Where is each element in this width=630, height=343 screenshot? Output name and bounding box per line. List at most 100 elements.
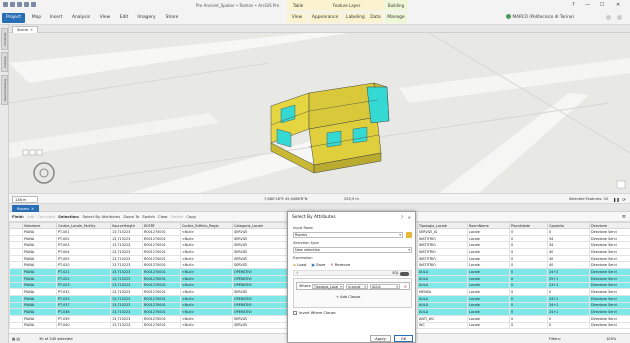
table-cell[interactable]: Direzione Servi — [589, 254, 630, 263]
table-cell[interactable]: 0 — [509, 241, 548, 250]
table-cell[interactable]: Locale — [467, 321, 510, 330]
table-cell[interactable]: Locale — [467, 308, 510, 316]
table-cell[interactable]: SERVIZI — [232, 314, 290, 323]
table-row[interactable]: INSTITRIO Locale 0 34 Direzione Servi — [417, 234, 630, 243]
add-clause-button[interactable]: + Add Clause — [336, 295, 360, 299]
table-cell[interactable]: 0 — [509, 321, 548, 330]
table-cell[interactable]: 13,715223 — [110, 281, 143, 290]
table-row[interactable]: AULA Locale 0 25+1 Direzione Servi — [417, 274, 630, 283]
scene-map-view[interactable] — [9, 33, 630, 193]
row-selector[interactable] — [9, 234, 23, 243]
tab-edit[interactable]: Edit — [116, 13, 132, 23]
table-cell[interactable]: SERVIZI — [232, 288, 290, 296]
row-selector[interactable] — [9, 281, 23, 290]
table-cell[interactable]: 23+1 — [547, 281, 590, 290]
table-cell[interactable]: 13,715223 — [110, 308, 143, 316]
table-cell[interactable]: 0 — [509, 234, 548, 243]
table-row[interactable]: PIANA PT-039 13,715223 R001270001 <Null> SERV… — [9, 314, 290, 323]
folder-icon[interactable] — [406, 232, 412, 238]
table-cell[interactable]: 13,715223 — [110, 254, 143, 263]
table-row[interactable]: PIANA PT-038 13,715223 R001270001 <Null> OPER… — [9, 308, 290, 316]
table-row[interactable]: PIANA PT-037 13,715223 R001270001 <Null> OPER… — [9, 301, 290, 310]
copy-button[interactable]: Copy — [186, 214, 196, 219]
table-row[interactable]: PIANA PT-032 13,715223 R001270001 <Null> SERV… — [9, 288, 290, 296]
table-cell[interactable]: PT-037 — [56, 301, 111, 310]
table-cell[interactable]: SERVIZI — [232, 254, 290, 263]
clause-operator-dropdown[interactable]: is equal ▾ — [346, 284, 368, 289]
table-cell[interactable]: INSTITRIO — [417, 248, 468, 256]
settings-icon[interactable] — [617, 15, 622, 20]
table-cell[interactable]: Direzione Servi — [589, 288, 630, 296]
tab-appearance[interactable]: Appearance — [309, 13, 341, 23]
table-cell[interactable]: OPERATIVI — [232, 281, 290, 290]
table-cell[interactable]: 13,715223 — [110, 261, 143, 270]
table-cell[interactable]: <Null> — [180, 234, 233, 243]
open-project-icon[interactable] — [10, 2, 15, 7]
clear-selection-button[interactable]: Clear — [158, 214, 168, 219]
table-row[interactable]: PIANA PT-023 13,715223 R001270001 <Null> OPER… — [9, 281, 290, 290]
row-selector[interactable] — [9, 241, 23, 250]
notifications-icon[interactable] — [606, 15, 611, 20]
table-zoom-level[interactable]: 100% — [606, 337, 616, 341]
table-cell[interactable]: R001270001 — [142, 294, 181, 303]
table-cell[interactable]: AULA — [417, 294, 468, 303]
table-cell[interactable]: Direzione Servi — [589, 294, 630, 303]
table-cell[interactable]: <Null> — [180, 254, 233, 263]
table-cell[interactable]: Direzione Servi — [589, 234, 630, 243]
table-cell[interactable]: PT-023 — [56, 281, 111, 290]
switch-selection-button[interactable]: Switch — [142, 214, 155, 219]
table-cell[interactable]: 24+2 — [547, 268, 590, 276]
table-row[interactable]: AULA Locale 0 24+2 Direzione Servi — [417, 268, 630, 276]
table-cell[interactable]: R001270001 — [142, 254, 181, 263]
table-row[interactable]: WC Locale 0 0 Direzione Servi — [417, 321, 630, 330]
table-cell[interactable]: Direzione Servi — [589, 241, 630, 250]
table-cell[interactable]: 0 — [509, 294, 548, 303]
table-cell[interactable]: R001270001 — [142, 234, 181, 243]
row-selector[interactable] — [9, 268, 23, 276]
table-cell[interactable]: R001270001 — [142, 301, 181, 310]
table-cell[interactable]: 0 — [509, 301, 548, 310]
table-cell[interactable]: Direzione Servi — [589, 274, 630, 283]
table-row[interactable]: PIANA PT-020 13,715223 R001270001 <Null> SERV… — [9, 261, 290, 270]
scene-canvas[interactable] — [9, 33, 630, 193]
table-cell[interactable]: PT-033 — [56, 294, 111, 303]
table-cell[interactable]: PIANA — [22, 288, 57, 296]
table-cell[interactable]: 40 — [547, 254, 590, 263]
delete-button[interactable]: Delete — [171, 214, 183, 219]
table-cell[interactable]: <Null> — [180, 268, 233, 276]
table-cell[interactable]: PIANA — [22, 261, 57, 270]
tab-manage[interactable]: Manage — [385, 13, 407, 23]
table-cell[interactable]: Locale — [467, 268, 510, 276]
table-cell[interactable]: SERVIZI — [232, 234, 290, 243]
row-selector[interactable] — [9, 301, 23, 310]
table-row[interactable]: PIANA PT-021 13,715223 R001270001 <Null> OPER… — [9, 268, 290, 276]
table-cell[interactable]: R001270001 — [142, 308, 181, 316]
table-cell[interactable]: R001270001 — [142, 321, 181, 330]
invert-where-checkbox[interactable]: Invert Where Clause — [293, 311, 336, 315]
tab-imagery[interactable]: Imagery — [134, 13, 159, 23]
table-cell[interactable]: Locale — [467, 228, 510, 236]
table-cell[interactable]: Direzione Servi — [589, 301, 630, 310]
table-cell[interactable]: 25+1 — [547, 274, 590, 283]
table-cell[interactable]: Locale — [467, 314, 510, 323]
row-selector[interactable] — [9, 308, 23, 316]
table-cell[interactable]: 13,715223 — [110, 294, 143, 303]
table-cell[interactable]: R001270001 — [142, 261, 181, 270]
new-project-icon[interactable] — [3, 2, 8, 7]
table-cell[interactable]: Direzione Servi — [589, 281, 630, 290]
table-cell[interactable]: 0 — [509, 281, 548, 290]
tab-insert[interactable]: Insert — [46, 13, 66, 23]
refresh-icon[interactable]: ⟳ — [621, 196, 627, 203]
table-cell[interactable]: PT-003 — [56, 241, 111, 250]
table-cell[interactable]: 13,715223 — [110, 234, 143, 243]
table-row[interactable]: SERVIZI_IG Locale 0 0 Direzione Servi — [417, 228, 630, 236]
help-button[interactable]: ? — [572, 2, 575, 8]
table-cell[interactable]: 0 — [509, 314, 548, 323]
table-cell[interactable]: 0 — [509, 308, 548, 316]
dialog-close-button[interactable]: ✕ — [408, 215, 411, 220]
table-cell[interactable]: <Null> — [180, 241, 233, 250]
table-cell[interactable]: 0 — [509, 288, 548, 296]
select-by-attributes-button[interactable]: Select By Attributes — [83, 214, 121, 219]
table-cell[interactable]: R001270001 — [142, 228, 181, 236]
table-cell[interactable]: INSTITRIO — [417, 241, 468, 250]
